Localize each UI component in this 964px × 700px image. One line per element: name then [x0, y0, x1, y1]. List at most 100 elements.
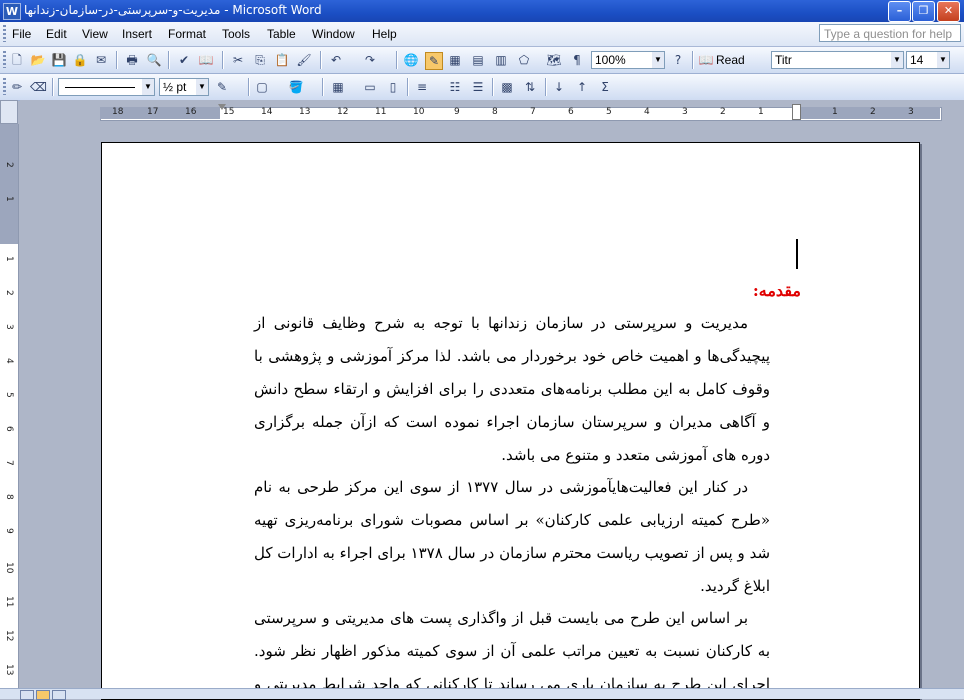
border-color-icon[interactable]: ✎	[214, 79, 230, 95]
borders-icon[interactable]: ▢	[254, 79, 270, 95]
print-layout-view-icon[interactable]	[52, 690, 66, 700]
zoom-value: 100%	[595, 53, 626, 67]
email-icon[interactable]: ✉	[93, 52, 109, 68]
vruler-number: 7	[4, 460, 14, 466]
columns-icon[interactable]: ▥	[493, 52, 509, 68]
line-weight-select[interactable]: ½ pt ▼	[159, 78, 209, 96]
sort-ascending-icon[interactable]: ↓	[551, 79, 567, 95]
vruler-number: 9	[4, 528, 14, 534]
ruler-number: 1	[758, 107, 764, 117]
tables-borders-toolbar: ✏ ⌫ ▼ ½ pt ▼ ✎ ▢ 🪣 ▦ ▭ ▯ ≡ ☷ ☰ ▩ ⇅ ↓ ↑ Σ	[0, 74, 964, 101]
ruler-number: 3	[908, 107, 914, 117]
toolbar-grip-handle[interactable]	[3, 51, 6, 68]
word-app-icon[interactable]: W	[3, 3, 21, 20]
menu-tools[interactable]: Tools	[222, 27, 250, 41]
shading-color-icon[interactable]: 🪣	[288, 79, 304, 95]
line-style-select[interactable]: ▼	[58, 78, 155, 96]
right-indent-marker[interactable]	[792, 104, 801, 120]
distribute-rows-icon[interactable]: ☷	[447, 79, 463, 95]
ruler-number: 8	[492, 107, 498, 117]
help-icon[interactable]: ?	[670, 52, 686, 68]
show-hide-paragraph-icon[interactable]: ¶	[569, 52, 585, 68]
draw-table-icon[interactable]: ✏	[9, 79, 25, 95]
spelling-icon[interactable]: ✔	[176, 52, 192, 68]
permission-icon[interactable]: 🔒	[72, 52, 88, 68]
separator	[396, 51, 398, 69]
sort-descending-icon[interactable]: ↑	[574, 79, 590, 95]
print-preview-icon[interactable]: 🔍	[146, 52, 162, 68]
toolbar-grip-handle[interactable]	[3, 78, 6, 95]
maximize-button[interactable]: ❐	[912, 1, 935, 22]
separator	[545, 78, 547, 96]
view-buttons-bar	[0, 688, 964, 700]
chevron-down-icon: ▼	[937, 52, 949, 68]
vruler-number: 8	[4, 494, 14, 500]
menu-window[interactable]: Window	[312, 27, 355, 41]
print-icon[interactable]: 🖶	[124, 52, 140, 68]
redo-icon[interactable]: ↷	[362, 52, 378, 68]
new-document-icon[interactable]: 🗋	[9, 52, 25, 68]
ruler-right-margin	[798, 107, 940, 119]
vruler-number: 2	[4, 290, 14, 296]
standard-toolbar: 🗋 📂 💾 🔒 ✉ 🖶 🔍 ✔ 📖 ✂ ⎘ 📋 🖌 ↶ ↷ 🌐 ✎ ▦ ▤ ▥ …	[0, 47, 964, 74]
hyperlink-icon[interactable]: 🌐	[403, 52, 419, 68]
vruler-number: 1	[4, 256, 14, 262]
split-cells-icon[interactable]: ▯	[385, 79, 401, 95]
research-icon[interactable]: 📖	[198, 52, 214, 68]
horizontal-ruler[interactable]: 18 17 16 15 14 13 12 11 10 9 8 7 6 5 4 3…	[20, 100, 964, 124]
autosum-icon[interactable]: Σ	[597, 79, 613, 95]
menu-help[interactable]: Help	[372, 27, 397, 41]
menu-format[interactable]: Format	[168, 27, 206, 41]
save-icon[interactable]: 💾	[51, 52, 67, 68]
normal-view-icon[interactable]	[20, 690, 34, 700]
menu-file[interactable]: File	[12, 27, 31, 41]
ask-question-input[interactable]: Type a question for help	[819, 24, 961, 42]
vertical-ruler[interactable]: 2 1 1 2 3 4 5 6 7 8 9 10 11 12 13	[0, 124, 19, 694]
align-icon[interactable]: ≡	[414, 79, 430, 95]
insert-table-icon[interactable]: ▦	[330, 79, 346, 95]
copy-icon[interactable]: ⎘	[252, 52, 268, 68]
font-name-select[interactable]: Titr ▼	[771, 51, 904, 69]
open-folder-icon[interactable]: 📂	[30, 52, 46, 68]
text-direction-icon[interactable]: ⇅	[522, 79, 538, 95]
tables-borders-icon[interactable]: ✎	[425, 52, 443, 70]
insert-excel-icon[interactable]: ▤	[470, 52, 486, 68]
separator	[248, 78, 250, 96]
ruler-number: 16	[185, 107, 197, 117]
separator	[692, 51, 694, 69]
document-paragraph[interactable]: بر اساس این طرح می بایست قبل از واگذاری …	[254, 602, 770, 699]
drawing-icon[interactable]: ⬠	[516, 52, 532, 68]
format-painter-icon[interactable]: 🖌	[296, 52, 312, 68]
menu-view[interactable]: View	[82, 27, 108, 41]
vruler-number: 6	[4, 426, 14, 432]
paste-icon[interactable]: 📋	[274, 52, 290, 68]
undo-icon[interactable]: ↶	[328, 52, 344, 68]
font-size-select[interactable]: 14 ▼	[906, 51, 950, 69]
close-button[interactable]: ✕	[937, 1, 960, 22]
minimize-button[interactable]: –	[888, 1, 911, 22]
menu-grip-handle[interactable]	[3, 25, 6, 42]
document-page[interactable]: مقدمه: مدیریت و سرپرستی در سازمان زندانه…	[101, 142, 920, 700]
menu-edit[interactable]: Edit	[46, 27, 67, 41]
distribute-columns-icon[interactable]: ☰	[470, 79, 486, 95]
vruler-number: 2	[4, 162, 14, 168]
ruler-corner[interactable]	[0, 100, 18, 124]
document-paragraph[interactable]: مدیریت و سرپرستی در سازمان زندانها با تو…	[254, 307, 770, 472]
web-layout-view-icon[interactable]	[36, 690, 50, 700]
insert-table-icon[interactable]: ▦	[447, 52, 463, 68]
menu-table[interactable]: Table	[267, 27, 296, 41]
separator	[492, 78, 494, 96]
autoformat-icon[interactable]: ▩	[499, 79, 515, 95]
document-map-icon[interactable]: 🗺	[546, 52, 562, 68]
ruler-number: 13	[299, 107, 311, 117]
eraser-icon[interactable]: ⌫	[30, 79, 47, 95]
menu-insert[interactable]: Insert	[122, 27, 152, 41]
zoom-select[interactable]: 100% ▼	[591, 51, 665, 69]
document-paragraph[interactable]: در کنار این فعالیت‌هایآموزشی در سال ۱۳۷۷…	[254, 471, 770, 603]
left-indent-marker[interactable]	[218, 104, 226, 110]
read-button-label[interactable]: Read	[716, 53, 745, 67]
merge-cells-icon[interactable]: ▭	[362, 79, 378, 95]
cut-icon[interactable]: ✂	[230, 52, 246, 68]
read-icon[interactable]: 📖	[698, 52, 714, 68]
ruler-number: 17	[147, 107, 159, 117]
